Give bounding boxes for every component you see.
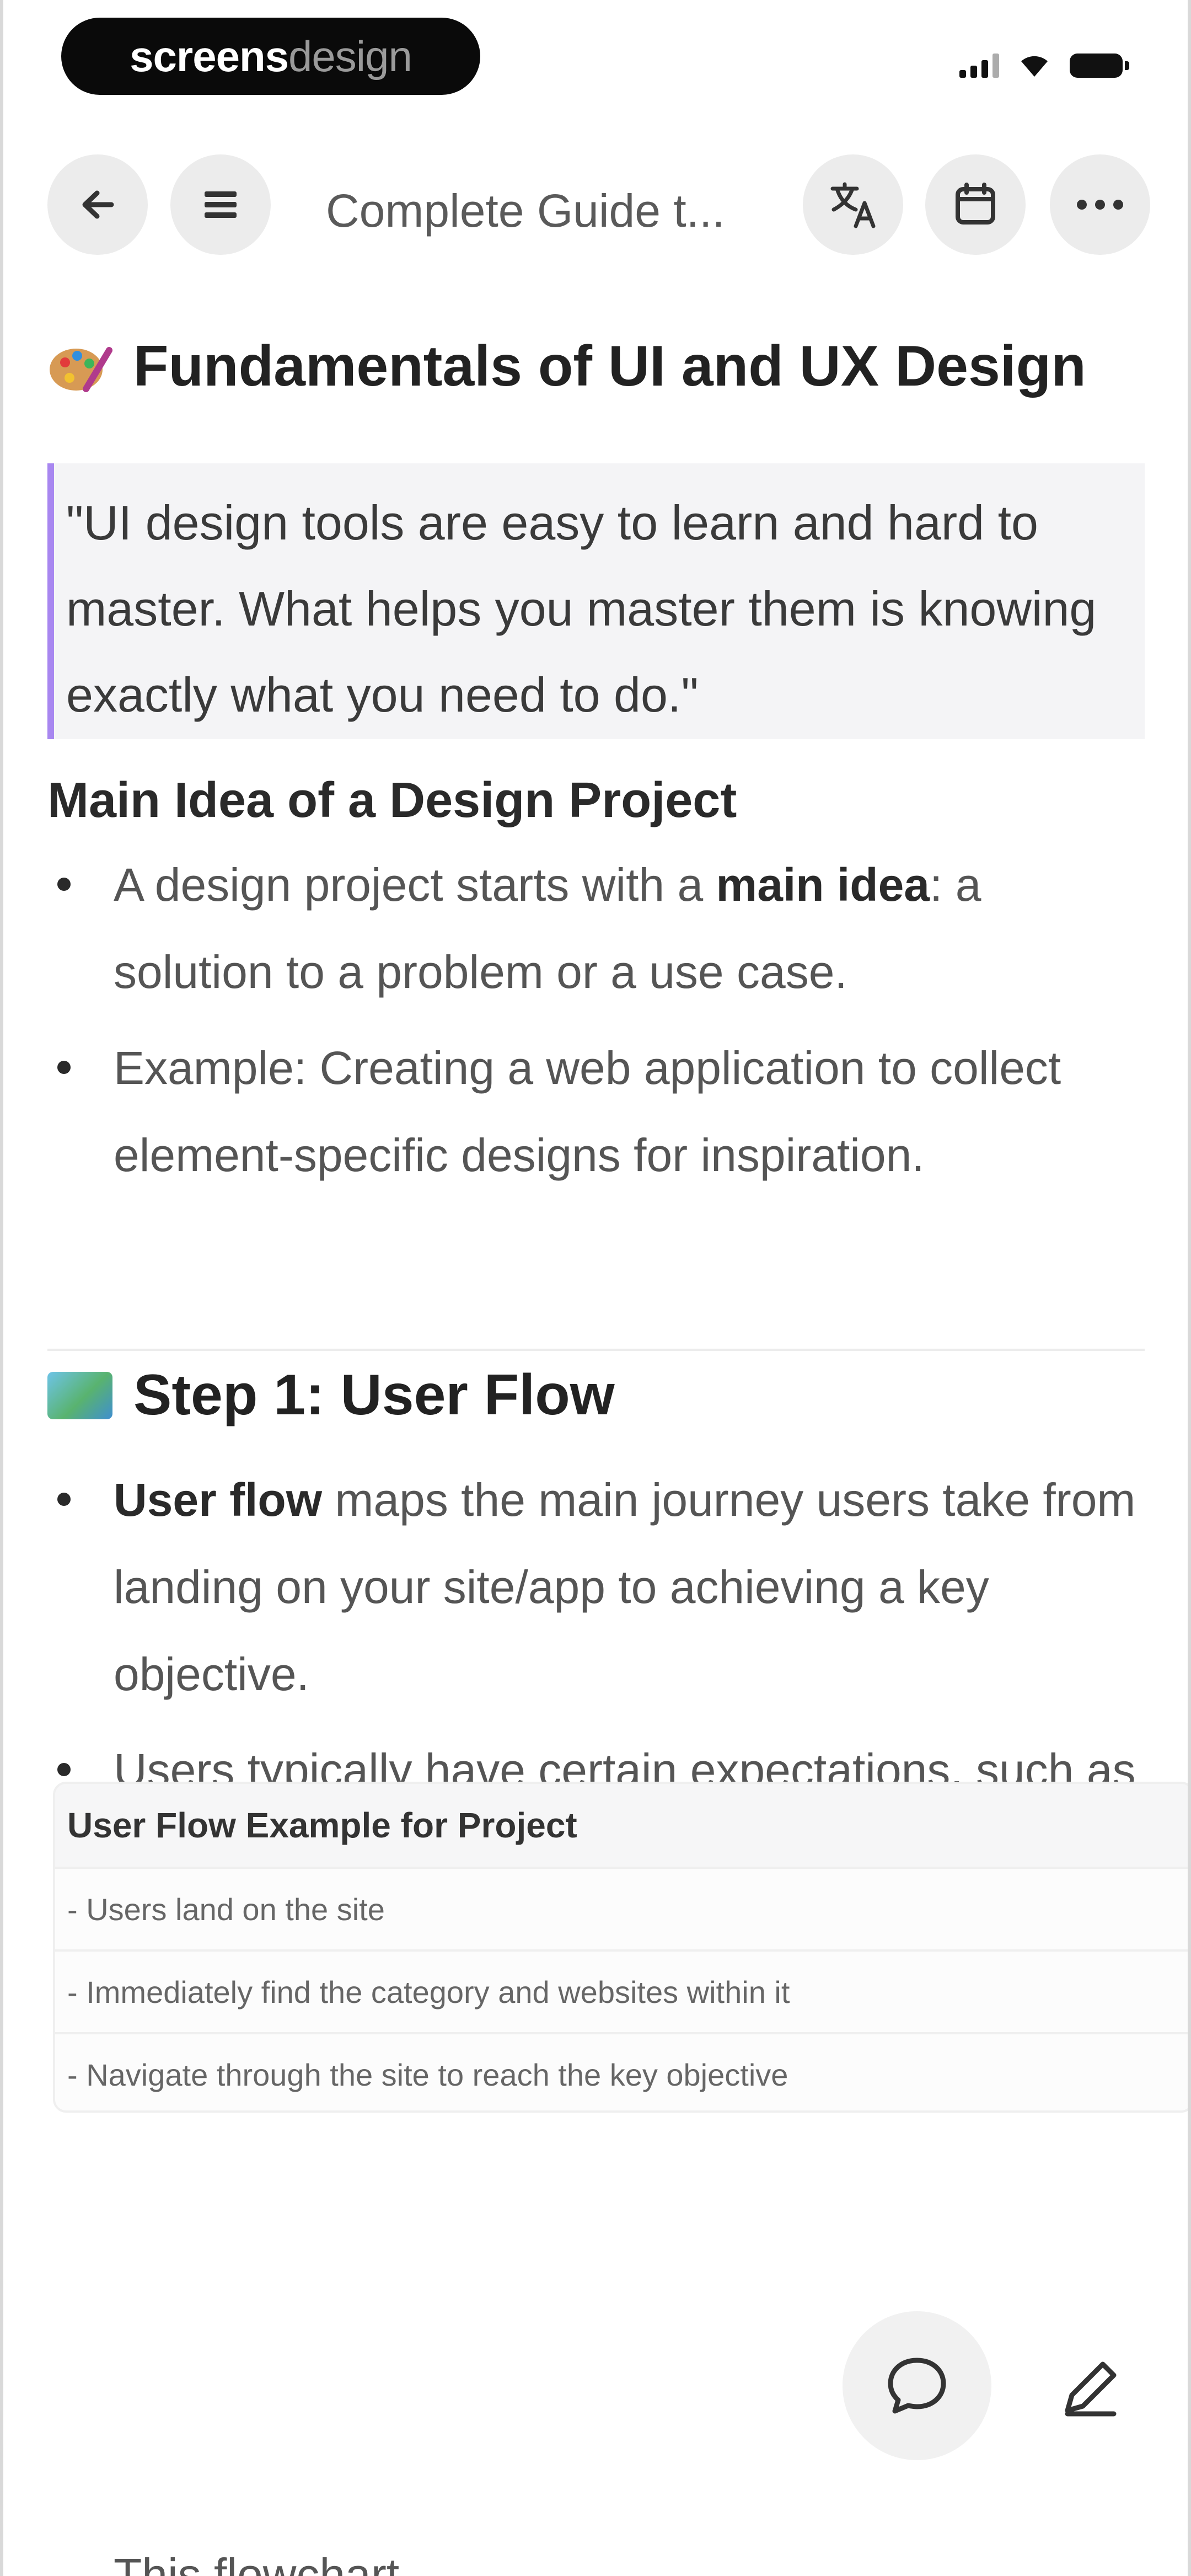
section-heading-user-flow: Step 1: User Flow <box>47 1362 615 1428</box>
arrow-left-icon <box>82 190 114 219</box>
wifi-icon <box>1021 56 1048 77</box>
battery-icon <box>1070 54 1129 78</box>
section-heading-main-idea: Main Idea of a Design Project <box>47 773 737 828</box>
list-item: Example: Creating a web application to c… <box>47 1024 1145 1199</box>
brand-watermark: screens design <box>61 18 480 95</box>
app-frame: screens design Complete Guide t... Funda… <box>0 0 1191 2576</box>
comment-button[interactable] <box>843 2311 991 2460</box>
top-toolbar: Complete Guide t... <box>3 154 1188 265</box>
edit-button[interactable] <box>1040 2339 1139 2438</box>
section-heading-text: Step 1: User Flow <box>133 1363 615 1427</box>
more-dots-icon <box>1077 200 1123 210</box>
translate-button[interactable] <box>803 154 903 255</box>
list-icon <box>205 191 237 218</box>
status-bar: screens design <box>3 0 1188 121</box>
back-button[interactable] <box>47 154 148 255</box>
bullet-list-main-idea: A design project starts with a main idea… <box>47 841 1145 1207</box>
section-divider <box>47 1349 1145 1351</box>
calendar-button[interactable] <box>925 154 1026 255</box>
palette-emoji-icon <box>50 346 112 392</box>
status-icons <box>959 52 1129 78</box>
brand-text-secondary: design <box>288 31 412 81</box>
map-emoji-icon <box>47 1371 112 1419</box>
calendar-icon <box>956 183 995 225</box>
table-row: - Navigate through the site to reach the… <box>67 2057 788 2092</box>
cutoff-paragraph: This flowchart… <box>114 2549 446 2576</box>
document-title: Complete Guide t... <box>326 185 725 237</box>
list-item: User flow maps the main journey users ta… <box>47 1456 1145 1718</box>
cellular-signal-icon <box>959 52 999 78</box>
list-item-text: A design project starts with a <box>114 859 716 911</box>
blockquote: "UI design tools are easy to learn and h… <box>47 463 1145 739</box>
table-row: - Immediately find the category and webs… <box>55 1952 1188 2034</box>
list-item-bold: main idea <box>716 859 930 911</box>
table-header: User Flow Example for Project <box>55 1784 1188 1869</box>
comment-bubble-icon <box>888 2358 946 2414</box>
translate-icon <box>830 182 876 228</box>
outline-button[interactable] <box>170 154 271 255</box>
list-item-text: Example: Creating a web application to c… <box>114 1042 1061 1181</box>
brand-text-primary: screens <box>130 31 289 81</box>
list-item: A design project starts with a main idea… <box>47 841 1145 1016</box>
table-row: - Users land on the site <box>55 1869 1188 1952</box>
page-heading-text: Fundamentals of UI and UX Design <box>133 334 1086 398</box>
user-flow-table: User Flow Example for Project - Users la… <box>53 1782 1188 2113</box>
more-options-button[interactable] <box>1050 154 1150 255</box>
page-heading: Fundamentals of UI and UX Design <box>47 334 1086 399</box>
pencil-icon <box>1065 2361 1117 2417</box>
list-item-bold: User flow <box>114 1474 323 1526</box>
